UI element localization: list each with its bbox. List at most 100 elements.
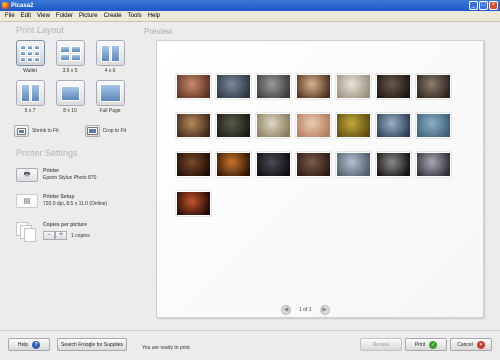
layout-4x6-icon	[95, 40, 125, 66]
maximize-button[interactable]: □	[479, 1, 488, 10]
printer-settings-heading: Printer Settings	[16, 148, 78, 158]
layout-8x10-button[interactable]: 8 x 10	[54, 80, 86, 114]
help-label: Help	[17, 341, 29, 348]
print-layout-grid: Wallet 3.5 x 5 4 x 6 5 x 7 8 x 10 Full P…	[14, 40, 126, 114]
photo-thumbnail	[296, 152, 331, 177]
minimize-button[interactable]: _	[469, 1, 478, 10]
photo-thumbnail	[216, 113, 251, 138]
print-preview-page	[156, 40, 484, 318]
copies-row: Copies per picture − + 1 copies	[16, 222, 90, 242]
menu-folder[interactable]: Folder	[53, 13, 76, 19]
page-indicator: 1 of 1	[299, 307, 312, 313]
menu-edit[interactable]: Edit	[18, 13, 34, 19]
layout-label: 3.5 x 5	[62, 68, 78, 74]
layout-3-5x5-button[interactable]: 3.5 x 5	[54, 40, 86, 74]
photo-thumbnail	[376, 74, 411, 99]
printer-row: 🖶 Printer Epson Stylus Photo 870	[16, 168, 96, 182]
layout-label: 5 x 7	[24, 108, 36, 114]
menu-file[interactable]: File	[2, 13, 18, 19]
photo-thumbnail	[416, 113, 451, 138]
photo-thumbnail	[336, 152, 371, 177]
printer-heading: Printer	[43, 168, 60, 174]
photo-thumbnail	[256, 113, 291, 138]
layout-wallet-button[interactable]: Wallet	[14, 40, 46, 74]
photo-thumbnail	[176, 74, 211, 99]
layout-label: Full Page	[99, 108, 121, 114]
close-window-button[interactable]: ×	[489, 1, 498, 10]
photo-thumbnail	[416, 152, 451, 177]
layout-8x10-icon	[55, 80, 85, 106]
photo-thumbnail	[336, 74, 371, 99]
crop-to-fit-label: Crop to Fit	[102, 128, 126, 134]
crop-to-fit-icon[interactable]	[84, 125, 100, 137]
menu-view[interactable]: View	[34, 13, 53, 19]
menu-help[interactable]: Help	[145, 13, 163, 19]
bottom-bar: Help ? Search Froogle for Supplies You a…	[0, 330, 500, 360]
layout-3-5x5-icon	[55, 40, 85, 66]
print-button[interactable]: Print ✓	[405, 338, 447, 351]
menu-create[interactable]: Create	[101, 13, 125, 19]
review-button[interactable]: Review	[360, 338, 402, 351]
picasa-app-icon	[2, 2, 9, 9]
page-navigator: ◀ 1 of 1 ▶	[281, 305, 330, 315]
cancel-icon: ×	[476, 340, 485, 349]
shrink-to-fit-option[interactable]: Shrink to Fit	[14, 125, 59, 137]
photo-thumbnail	[176, 152, 211, 177]
printer-name: Epson Stylus Photo 870	[43, 175, 97, 181]
next-page-icon[interactable]: ▶	[319, 305, 330, 315]
layout-label: Wallet	[23, 68, 37, 74]
print-label: Print	[414, 341, 426, 348]
layout-label: 4 x 6	[104, 68, 116, 74]
search-froogle-button[interactable]: Search Froogle for Supplies	[57, 338, 127, 351]
menu-bar: File Edit View Folder Picture Create Too…	[0, 11, 500, 22]
copies-stepper: − + 1 copies	[43, 231, 90, 240]
shrink-to-fit-label: Shrink to Fit	[32, 128, 59, 134]
fit-options: Shrink to Fit Crop to Fit	[14, 125, 126, 137]
preview-area: Preview ◀ 1 of 1 ▶	[138, 22, 500, 330]
layout-5x7-icon	[15, 80, 45, 106]
window-controls: _ □ ×	[469, 1, 498, 10]
photo-thumbnail	[376, 152, 411, 177]
review-label: Review	[372, 341, 390, 348]
increase-copies-button[interactable]: +	[55, 231, 67, 240]
cancel-button[interactable]: Cancel ×	[450, 338, 492, 351]
layout-label: 8 x 10	[63, 108, 77, 114]
photo-thumbnail	[176, 191, 211, 216]
wallet-layout-icon	[15, 40, 45, 66]
printer-setup-heading: Printer Setup	[43, 194, 75, 200]
photo-thumbnail	[296, 74, 331, 99]
copies-icon	[16, 222, 38, 242]
previous-page-icon[interactable]: ◀	[281, 305, 291, 315]
photo-thumbnail	[296, 113, 331, 138]
photo-thumbnail	[416, 74, 451, 99]
printer-icon[interactable]: 🖶	[16, 168, 38, 182]
cancel-label: Cancel	[457, 341, 473, 348]
print-layout-heading: Print Layout	[16, 25, 65, 35]
printer-setup-row: ▤ Printer Setup 720.0 dpi, 8.5 x 11.0 (O…	[16, 194, 107, 208]
layout-5x7-button[interactable]: 5 x 7	[14, 80, 46, 114]
status-text: You are ready to print.	[142, 345, 192, 351]
photo-thumbnail	[176, 113, 211, 138]
menu-tools[interactable]: Tools	[125, 13, 145, 19]
menu-picture[interactable]: Picture	[76, 13, 101, 19]
search-froogle-label: Search Froogle for Supplies	[61, 341, 123, 348]
photo-thumbnail	[256, 152, 291, 177]
printer-setup-value: 720.0 dpi, 8.5 x 11.0 (Online)	[43, 201, 108, 207]
copies-value: 1 copies	[71, 232, 90, 239]
print-options-panel: Print Layout Wallet 3.5 x 5 4 x 6 5 x 7 …	[0, 22, 138, 330]
layout-full-page-button[interactable]: Full Page	[94, 80, 126, 114]
photo-thumbnail	[256, 74, 291, 99]
photo-thumbnail	[216, 74, 251, 99]
photo-thumbnail	[336, 113, 371, 138]
printer-setup-icon[interactable]: ▤	[16, 194, 38, 208]
decrease-copies-button[interactable]: −	[43, 231, 55, 240]
layout-4x6-button[interactable]: 4 x 6	[94, 40, 126, 74]
photo-thumbnail	[216, 152, 251, 177]
help-button[interactable]: Help ?	[8, 338, 50, 351]
help-icon: ?	[32, 340, 41, 349]
print-check-icon: ✓	[429, 340, 438, 349]
crop-to-fit-option[interactable]: Crop to Fit	[84, 125, 126, 137]
copies-heading: Copies per picture	[43, 222, 87, 228]
photo-thumbnail	[376, 113, 411, 138]
shrink-to-fit-icon[interactable]	[14, 125, 29, 137]
